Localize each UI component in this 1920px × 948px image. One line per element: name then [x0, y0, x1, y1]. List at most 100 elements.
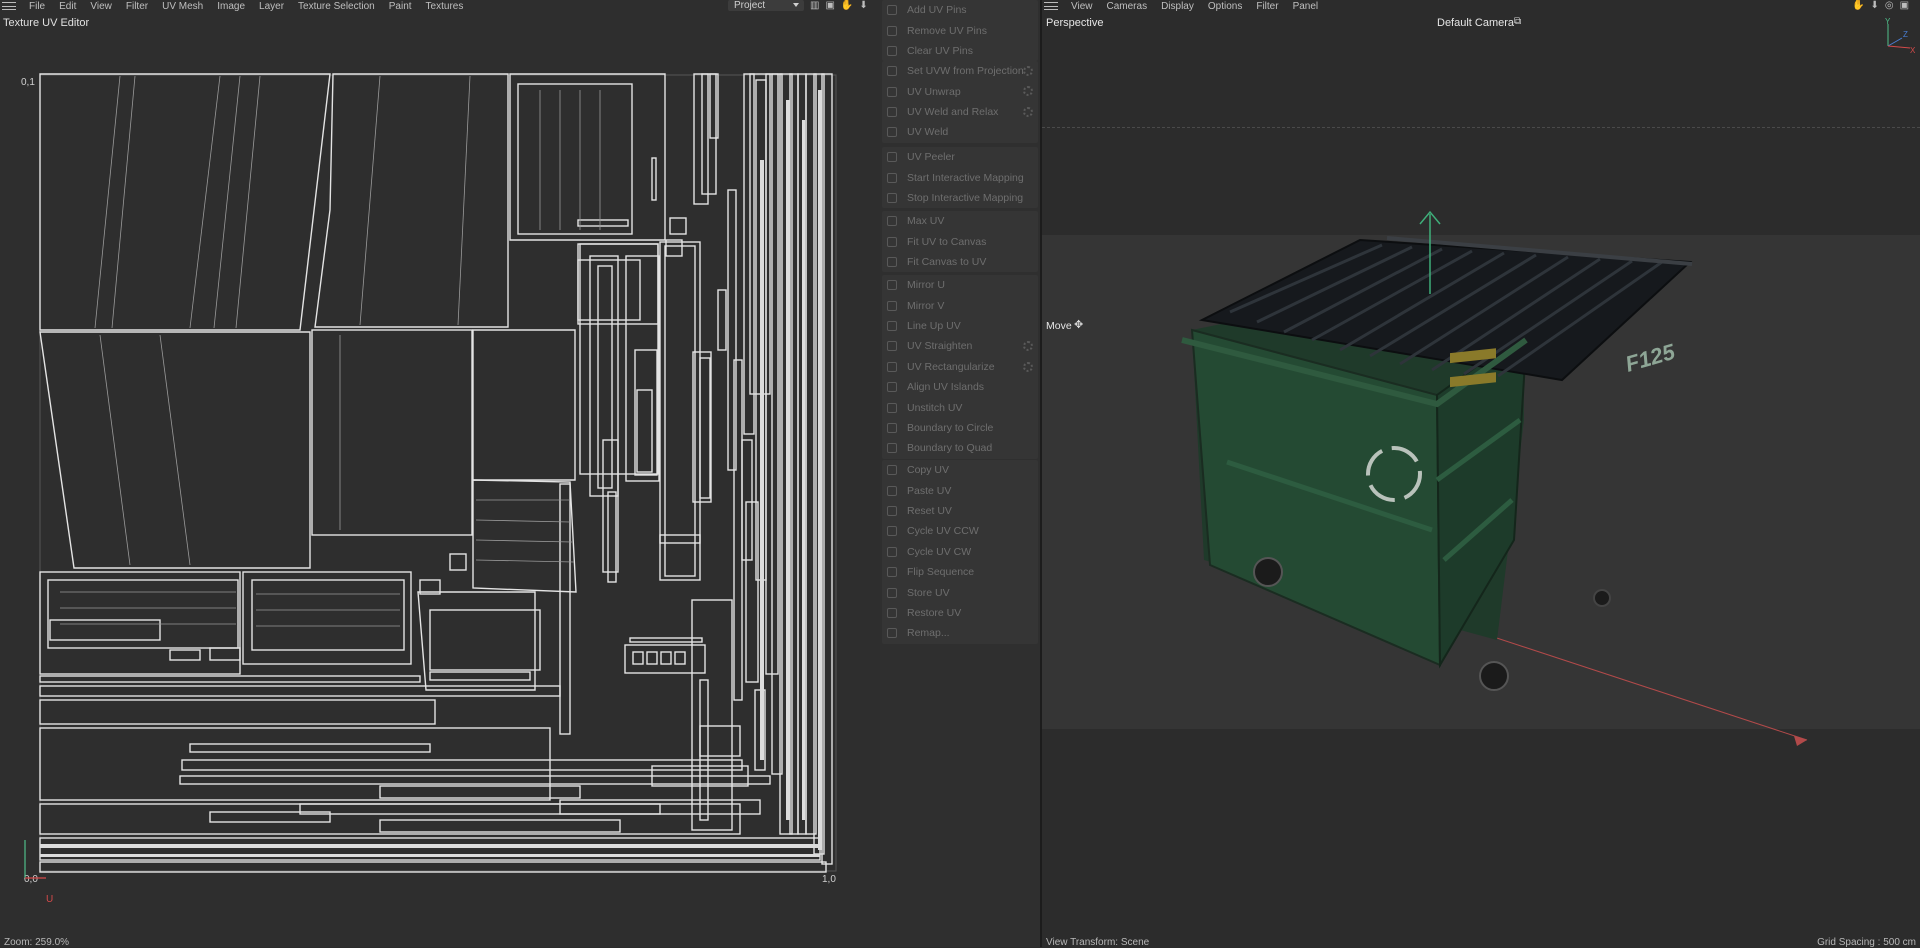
reset-icon [887, 505, 897, 516]
command-remove-uv-pins[interactable]: Remove UV Pins [882, 20, 1038, 40]
wheel [1479, 661, 1509, 691]
grid-spacing-status: Grid Spacing : 500 cm [1817, 937, 1916, 948]
mirror-u-icon [887, 280, 897, 291]
gear-icon[interactable] [1023, 86, 1033, 97]
uv-canvas[interactable]: U [0, 60, 880, 920]
command-label: Fit UV to Canvas [907, 235, 987, 248]
fit-icon [887, 236, 897, 247]
command-mirror-u[interactable]: Mirror U [882, 275, 1038, 295]
gear-icon[interactable] [1023, 66, 1033, 76]
command-reset-uv[interactable]: Reset UV [882, 501, 1038, 521]
unwrap-icon [887, 86, 897, 97]
command-set-uvw-from-projection[interactable]: Set UVW from Projection [882, 61, 1038, 81]
peeler-icon [887, 152, 897, 163]
cw-icon [887, 546, 897, 557]
uv-commands-panel: Add UV Pins Remove UV Pins Clear UV Pins Se… [880, 0, 1040, 947]
gear-icon[interactable] [1023, 341, 1033, 352]
uv-menubar: File Edit View Filter UV Mesh Image Laye… [0, 0, 470, 12]
menu-filter[interactable]: Filter [119, 1, 155, 12]
command-uv-weld-and-relax[interactable]: UV Weld and Relax [882, 102, 1038, 122]
command-unstitch-uv[interactable]: Unstitch UV [882, 397, 1038, 417]
command-label: Mirror V [907, 299, 945, 312]
menu-uv-mesh[interactable]: UV Mesh [155, 1, 210, 12]
frame-icon[interactable]: ▣ [825, 0, 834, 11]
stop-icon [887, 192, 897, 203]
remap-icon [887, 628, 897, 639]
projection-icon [887, 66, 897, 77]
copy-icon [887, 465, 897, 476]
wheel [1593, 589, 1611, 607]
command-line-up-uv[interactable]: Line Up UV [882, 316, 1038, 336]
command-group: Mirror U Mirror V Line Up UV UV Straighten U… [882, 275, 1038, 459]
command-label: Remove UV Pins [907, 24, 987, 37]
command-uv-straighten[interactable]: UV Straighten [882, 336, 1038, 356]
command-label: Mirror U [907, 279, 945, 292]
menu-textures[interactable]: Textures [419, 1, 471, 12]
command-restore-uv[interactable]: Restore UV [882, 603, 1038, 623]
pin-remove-icon [887, 25, 897, 36]
command-stop-interactive-mapping[interactable]: Stop Interactive Mapping [882, 188, 1038, 208]
command-fit-uv-to-canvas[interactable]: Fit UV to Canvas [882, 231, 1038, 251]
histogram-icon[interactable]: ▥ [810, 0, 819, 11]
uv-panel-title: Texture UV Editor [3, 17, 90, 29]
circle-icon [887, 422, 897, 433]
command-label: Max UV [907, 215, 945, 228]
menu-edit[interactable]: Edit [52, 1, 83, 12]
command-clear-uv-pins[interactable]: Clear UV Pins [882, 41, 1038, 61]
command-label: UV Unwrap [907, 85, 961, 98]
command-label: Copy UV [907, 464, 950, 477]
command-paste-uv[interactable]: Paste UV [882, 480, 1038, 500]
command-start-interactive-mapping[interactable]: Start Interactive Mapping [882, 167, 1038, 187]
command-boundary-to-quad[interactable]: Boundary to Quad [882, 438, 1038, 458]
command-label: UV Weld [907, 126, 949, 139]
command-label: UV Peeler [907, 151, 955, 164]
download-icon[interactable]: ⬇ [859, 0, 867, 11]
unstitch-icon [887, 402, 897, 413]
project-dropdown[interactable]: Project [728, 0, 804, 11]
command-add-uv-pins[interactable]: Add UV Pins [882, 0, 1038, 20]
command-copy-uv[interactable]: Copy UV [882, 460, 1038, 480]
hand-icon[interactable]: ✋ [841, 0, 853, 11]
menu-file[interactable]: File [22, 1, 52, 12]
command-label: Add UV Pins [907, 4, 967, 17]
max-icon [887, 216, 897, 227]
paste-icon [887, 485, 897, 496]
fit-canvas-icon [887, 256, 897, 267]
command-flip-sequence[interactable]: Flip Sequence [882, 562, 1038, 582]
command-label: Flip Sequence [907, 566, 975, 579]
menu-image[interactable]: Image [210, 1, 252, 12]
quad-icon [887, 443, 897, 454]
command-cycle-uv-cw[interactable]: Cycle UV CW [882, 542, 1038, 562]
command-label: Boundary to Circle [907, 421, 994, 434]
command-group: Copy UV Paste UV Reset UV Cycle UV CCW Cycle… [882, 460, 1038, 644]
command-uv-weld[interactable]: UV Weld [882, 122, 1038, 142]
command-fit-canvas-to-uv[interactable]: Fit Canvas to UV [882, 252, 1038, 272]
command-uv-rectangularize[interactable]: UV Rectangularize [882, 357, 1038, 377]
menu-paint[interactable]: Paint [382, 1, 419, 12]
menu-texture-selection[interactable]: Texture Selection [291, 1, 382, 12]
command-boundary-to-circle[interactable]: Boundary to Circle [882, 418, 1038, 438]
gear-icon[interactable] [1023, 361, 1033, 372]
menu-layer[interactable]: Layer [252, 1, 291, 12]
command-group: Set UVW from Projection UV Unwrap UV Weld … [882, 61, 1038, 143]
command-mirror-v[interactable]: Mirror V [882, 295, 1038, 315]
gear-icon[interactable] [1023, 106, 1033, 117]
menu-icon[interactable] [2, 0, 16, 12]
command-max-uv[interactable]: Max UV [882, 211, 1038, 231]
command-uv-unwrap[interactable]: UV Unwrap [882, 81, 1038, 101]
command-uv-peeler[interactable]: UV Peeler [882, 147, 1038, 167]
command-cycle-uv-ccw[interactable]: Cycle UV CCW [882, 521, 1038, 541]
menu-view[interactable]: View [83, 1, 119, 12]
command-align-uv-islands[interactable]: Align UV Islands [882, 377, 1038, 397]
viewport-panel[interactable]: View Cameras Display Options Filter Pane… [1042, 0, 1920, 948]
command-label: Line Up UV [907, 319, 961, 332]
command-remap[interactable]: Remap... [882, 623, 1038, 643]
command-label: Fit Canvas to UV [907, 255, 987, 268]
command-label: Cycle UV CW [907, 545, 972, 558]
command-label: Reset UV [907, 504, 952, 517]
dumpster-model[interactable]: F125 [1042, 0, 1920, 947]
command-label: Paste UV [907, 484, 952, 497]
restore-icon [887, 607, 897, 618]
command-label: Restore UV [907, 606, 962, 619]
command-store-uv[interactable]: Store UV [882, 582, 1038, 602]
